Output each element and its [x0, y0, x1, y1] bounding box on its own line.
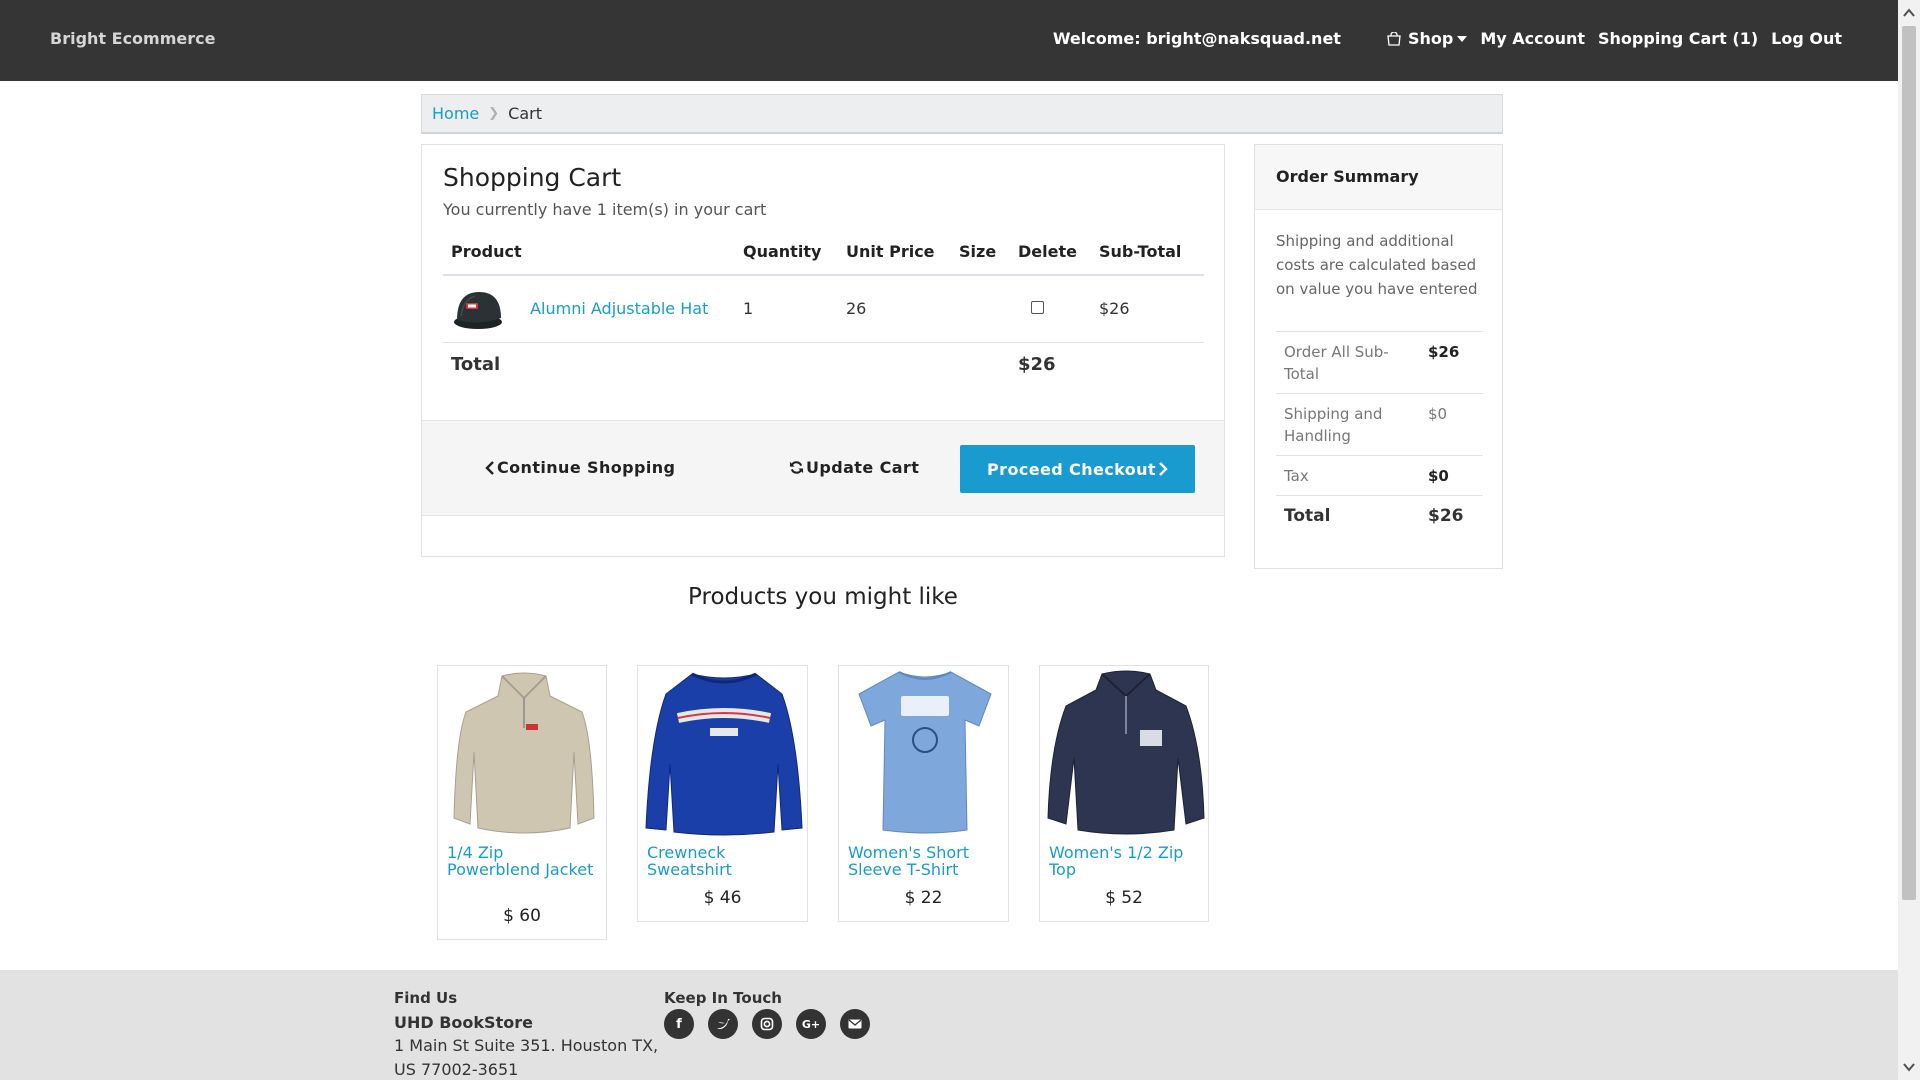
column-header-quantity: Quantity: [735, 229, 838, 276]
summary-value: $0: [1428, 393, 1483, 456]
product-image-sweatshirt[interactable]: [642, 668, 806, 836]
product-image-hat[interactable]: [451, 286, 505, 332]
brand-logo[interactable]: Bright Ecommerce: [50, 29, 215, 48]
product-image-tshirt[interactable]: [843, 668, 1007, 836]
column-header-delete: Delete: [1010, 229, 1091, 276]
store-address-line1: 1 Main St Suite 351. Houston TX,: [394, 1036, 659, 1055]
total-value: $26: [1018, 353, 1056, 375]
product-card[interactable]: Women's 1/2 Zip Top $ 52: [1039, 665, 1209, 922]
recommendations-title: Products you might like: [688, 584, 958, 610]
scrollbar-thumb[interactable]: [1902, 26, 1916, 900]
product-price: $ 60: [503, 906, 541, 926]
store-name: UHD BookStore: [394, 1013, 533, 1032]
product-price: $ 46: [703, 888, 742, 908]
summary-label: Shipping and Handling: [1276, 393, 1428, 456]
summary-label: Order All Sub-Total: [1276, 331, 1428, 394]
breadcrumb-current: Cart: [508, 104, 542, 123]
summary-row-shipping: Shipping and Handling $0: [1276, 393, 1483, 456]
delete-checkbox[interactable]: [1031, 301, 1044, 315]
product-name[interactable]: Crewneck Sweatshirt: [647, 844, 797, 878]
summary-row-subtotal: Order All Sub-Total $26: [1276, 331, 1483, 394]
breadcrumb-home-link[interactable]: Home: [432, 104, 479, 123]
summary-value: $26: [1428, 495, 1483, 535]
proceed-checkout-button[interactable]: Proceed Checkout: [960, 445, 1195, 493]
shopping-bag-icon: [1387, 31, 1401, 46]
update-cart-label: Update Cart: [806, 458, 920, 477]
find-us-heading: Find Us: [394, 989, 458, 1007]
store-address-line2: US 77002-3651: [394, 1060, 519, 1079]
size-cell: [951, 275, 1010, 343]
cart-item-count: You currently have 1 item(s) in your car…: [443, 200, 767, 219]
product-cell: Alumni Adjustable Hat: [443, 275, 735, 343]
product-image-half-zip[interactable]: [1044, 668, 1208, 836]
product-price: $ 52: [1105, 888, 1143, 908]
table-header-row: Product Quantity Unit Price Size Delete …: [443, 229, 1204, 276]
update-cart-button[interactable]: Update Cart: [789, 458, 919, 477]
logout-link[interactable]: Log Out: [1771, 29, 1842, 48]
email-icon[interactable]: [840, 1009, 870, 1039]
total-row: Total $26: [443, 342, 1204, 386]
column-header-subtotal: Sub-Total: [1091, 229, 1204, 276]
summary-value: $0: [1428, 455, 1483, 496]
page-title: Shopping Cart: [443, 163, 622, 192]
social-links: f G+: [664, 1009, 884, 1039]
nav-links: Welcome: bright@naksquad.net Shop My Acc…: [1053, 29, 1842, 48]
my-account-link[interactable]: My Account: [1480, 29, 1585, 48]
order-summary-note: Shipping and additional costs are calcul…: [1276, 232, 1478, 298]
shop-label: Shop: [1407, 29, 1454, 48]
twitter-icon[interactable]: [708, 1009, 738, 1039]
product-price: $ 22: [904, 888, 943, 908]
welcome-text: Welcome: bright@naksquad.net: [1052, 29, 1341, 48]
chevron-left-icon: [485, 460, 494, 475]
summary-label: Tax: [1276, 455, 1428, 496]
cart-table: Product Quantity Unit Price Size Delete …: [443, 229, 1204, 386]
product-name[interactable]: 1/4 Zip Powerblend Jacket: [447, 844, 597, 878]
continue-shopping-button[interactable]: Continue Shopping: [485, 458, 675, 477]
facebook-icon[interactable]: f: [664, 1009, 694, 1039]
instagram-icon[interactable]: [752, 1009, 782, 1039]
top-navbar: Bright Ecommerce Welcome: bright@naksqua…: [0, 0, 1898, 81]
table-row: Alumni Adjustable Hat 1 26 $26: [443, 275, 1204, 343]
chevron-down-icon: [1457, 35, 1468, 42]
summary-value: $26: [1428, 331, 1483, 394]
chevron-right-icon: ❯: [488, 106, 500, 121]
unit-price-cell: 26: [838, 275, 951, 343]
product-card[interactable]: 1/4 Zip Powerblend Jacket $ 60: [437, 665, 607, 940]
proceed-checkout-label: Proceed Checkout: [987, 459, 1156, 479]
order-summary-title: Order Summary: [1255, 145, 1502, 210]
product-card[interactable]: Crewneck Sweatshirt $ 46: [637, 665, 808, 922]
refresh-icon: [789, 461, 804, 474]
shop-menu[interactable]: Shop: [1386, 29, 1468, 48]
order-summary-table: Order All Sub-Total $26 Shipping and Han…: [1276, 331, 1483, 535]
column-header-product: Product: [443, 229, 735, 276]
summary-label: Total: [1276, 495, 1428, 535]
continue-shopping-label: Continue Shopping: [497, 458, 676, 477]
product-card[interactable]: Women's Short Sleeve T-Shirt $ 22: [838, 665, 1009, 922]
summary-row-tax: Tax $0: [1276, 455, 1483, 496]
cart-action-bar: Continue Shopping Update Cart Proceed Ch…: [422, 420, 1224, 516]
scroll-up-icon[interactable]: [1902, 6, 1916, 20]
summary-row-total: Total $26: [1276, 495, 1483, 535]
subtotal-cell: $26: [1091, 275, 1204, 343]
column-header-unit-price: Unit Price: [838, 229, 951, 276]
total-label: Total: [451, 353, 501, 375]
delete-cell: [1010, 275, 1091, 343]
scroll-down-icon[interactable]: [1902, 1060, 1916, 1074]
breadcrumb: Home ❯ Cart: [421, 94, 1503, 134]
order-summary-panel: Order Summary Shipping and additional co…: [1254, 144, 1503, 569]
footer: Find Us UHD BookStore 1 Main St Suite 35…: [0, 970, 1898, 1080]
product-name[interactable]: Women's 1/2 Zip Top: [1049, 844, 1199, 878]
chevron-right-icon: [1159, 462, 1168, 476]
product-image-jacket[interactable]: [442, 668, 606, 836]
google-plus-icon[interactable]: G+: [796, 1009, 826, 1039]
keep-in-touch-heading: Keep In Touch: [664, 989, 782, 1007]
quantity-cell[interactable]: 1: [735, 275, 838, 343]
column-header-size: Size: [951, 229, 1010, 276]
product-name[interactable]: Women's Short Sleeve T-Shirt: [848, 844, 998, 878]
product-link[interactable]: Alumni Adjustable Hat: [530, 299, 708, 318]
cart-panel: Shopping Cart You currently have 1 item(…: [421, 144, 1225, 557]
page-scrollbar[interactable]: [1898, 0, 1920, 1080]
shopping-cart-link[interactable]: Shopping Cart (1): [1598, 29, 1758, 48]
